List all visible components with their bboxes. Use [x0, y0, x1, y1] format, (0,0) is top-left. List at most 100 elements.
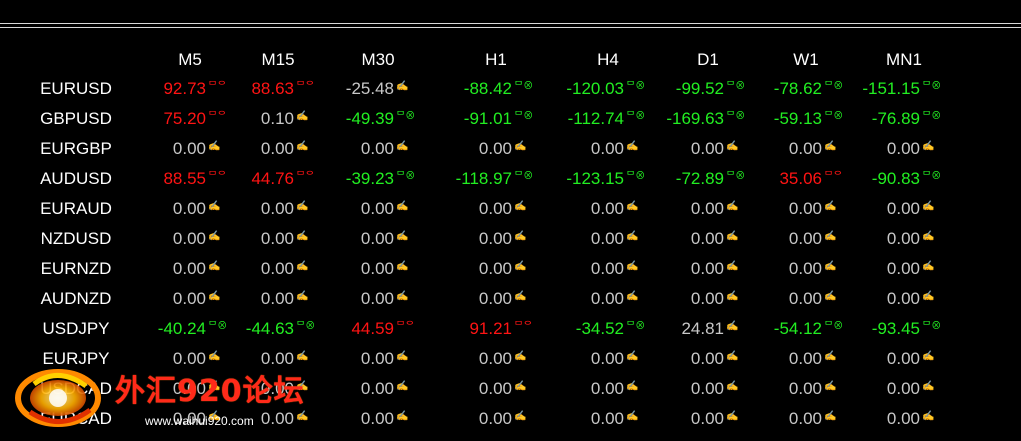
strength-value: -151.15 [862, 79, 920, 98]
strength-value: 0.00 [590, 379, 624, 398]
strength-value: -120.03 [566, 79, 624, 98]
strength-value: 0.00 [478, 349, 512, 368]
strength-value: 0.00 [788, 379, 822, 398]
pencil-icon: ✍ [396, 141, 409, 152]
pencil-icon: ✍ [922, 381, 935, 392]
strength-value: 0.00 [478, 379, 512, 398]
strength-value: 0.00 [788, 349, 822, 368]
strength-value: -76.89 [871, 109, 920, 128]
strength-value: 0.00 [886, 229, 920, 248]
strength-value: 24.81 [681, 319, 724, 338]
strength-value: -39.23 [345, 169, 394, 188]
trend-down-icon: ᄆ⊗ [922, 321, 942, 332]
pencil-icon: ✍ [922, 261, 935, 272]
strength-value: -118.97 [455, 169, 512, 188]
strength-value: 0.00 [886, 289, 920, 308]
strength-value: 0.00 [260, 259, 294, 278]
strength-value: -99.52 [675, 79, 724, 98]
strength-value: 0.00 [172, 289, 206, 308]
strength-value: 0.00 [886, 349, 920, 368]
strength-value: 0.00 [260, 229, 294, 248]
strength-value: 0.00 [360, 199, 394, 218]
strength-value: 75.20 [163, 109, 206, 128]
strength-value: 0.00 [260, 139, 294, 158]
strength-value: 0.00 [172, 139, 206, 158]
strength-value: -49.39 [345, 109, 394, 128]
symbol-label: EURJPY [42, 349, 110, 368]
strength-value: 0.00 [690, 139, 724, 158]
strength-value: -54.12 [773, 319, 822, 338]
strength-value: 0.00 [788, 229, 822, 248]
column-header-h4: H4 [597, 50, 619, 69]
pencil-icon: ✍ [396, 231, 409, 242]
pencil-icon: ✍ [922, 411, 935, 422]
strength-value: 0.00 [690, 199, 724, 218]
strength-value: 0.00 [260, 289, 294, 308]
strength-value: 0.00 [788, 199, 822, 218]
pencil-icon: ✍ [514, 351, 527, 362]
strength-value: 0.00 [172, 349, 206, 368]
strength-value: 0.00 [260, 349, 294, 368]
trend-down-icon: ᄆ⊗ [922, 111, 942, 122]
strength-value: 0.00 [172, 259, 206, 278]
strength-value: 0.00 [478, 139, 512, 158]
symbol-label: AUDUSD [40, 169, 112, 188]
pencil-icon: ✍ [396, 291, 409, 302]
symbol-label: EURNZD [40, 259, 112, 278]
column-header-mn1: MN1 [886, 50, 922, 69]
pencil-icon: ✍ [514, 141, 527, 152]
strength-value: 0.00 [478, 199, 512, 218]
column-header-m30: M30 [361, 50, 395, 69]
top-divider-1 [0, 23, 1021, 24]
trend-down-icon: ᄆ⊗ [514, 111, 534, 122]
strength-value: 0.00 [690, 289, 724, 308]
top-divider-2 [0, 27, 1021, 28]
strength-value: -72.89 [675, 169, 724, 188]
trend-down-icon: ᄆ⊗ [514, 81, 534, 92]
pencil-icon: ✍ [922, 351, 935, 362]
strength-value: 0.00 [360, 229, 394, 248]
strength-value: 0.00 [788, 409, 822, 428]
strength-value: 0.00 [788, 139, 822, 158]
strength-value: 0.00 [690, 229, 724, 248]
strength-value: 0.00 [590, 229, 624, 248]
strength-value: 0.00 [260, 409, 294, 428]
pencil-icon: ✍ [922, 201, 935, 212]
strength-value: 0.00 [172, 229, 206, 248]
strength-value: -91.01 [463, 109, 512, 128]
strength-value: 0.00 [788, 289, 822, 308]
pencil-icon: ✍ [396, 261, 409, 272]
strength-value: 0.00 [590, 139, 624, 158]
strength-value: -93.45 [871, 319, 920, 338]
strength-value: 0.00 [360, 139, 394, 158]
strength-value: -123.15 [566, 169, 624, 188]
strength-value: 0.00 [886, 139, 920, 158]
strength-value: 0.00 [590, 409, 624, 428]
strength-value: 0.00 [590, 199, 624, 218]
symbol-label: EURGBP [40, 139, 112, 158]
strength-value: 0.00 [260, 379, 294, 398]
strength-value: 0.00 [478, 409, 512, 428]
strength-value: 0.00 [360, 409, 394, 428]
trend-down-icon: ᄆ⊗ [922, 171, 942, 182]
pencil-icon: ✍ [396, 411, 409, 422]
strength-value: -88.42 [463, 79, 512, 98]
strength-value: -78.62 [773, 79, 822, 98]
pencil-icon: ✍ [396, 201, 409, 212]
strength-value: 0.00 [690, 259, 724, 278]
pencil-icon: ✍ [922, 231, 935, 242]
pencil-icon: ✍ [514, 411, 527, 422]
column-header-m5: M5 [178, 50, 202, 69]
symbol-label: NZDUSD [40, 229, 112, 248]
pencil-icon: ✍ [922, 141, 935, 152]
pencil-icon: ✍ [396, 351, 409, 362]
symbol-label: GBPUSD [40, 109, 112, 128]
pencil-icon: ✍ [396, 381, 409, 392]
symbol-label: USDCAD [40, 379, 112, 398]
strength-value: 0.00 [260, 199, 294, 218]
strength-value: 0.00 [478, 289, 512, 308]
strength-value: 0.00 [172, 379, 206, 398]
pencil-icon: ✍ [922, 291, 935, 302]
strength-value: -25.48 [345, 79, 394, 98]
strength-value: -44.63 [245, 319, 294, 338]
